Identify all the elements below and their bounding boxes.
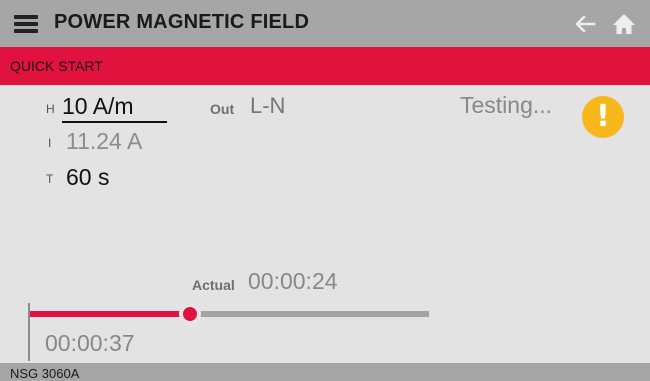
device-name: NSG 3060A (10, 366, 80, 381)
progress-bar[interactable] (30, 303, 429, 325)
output-value: L-N (250, 93, 286, 118)
actual-time-label: Actual (192, 277, 235, 293)
actual-time-value: 00:00:24 (248, 268, 338, 294)
duration-label: T (46, 172, 54, 186)
back-arrow-icon[interactable] (574, 13, 596, 35)
field-strength-value[interactable]: 10 A/m (62, 93, 167, 123)
warning-icon[interactable]: ! (582, 96, 624, 138)
page-title: POWER MAGNETIC FIELD (54, 11, 310, 33)
device-screen: POWER MAGNETIC FIELD QUICK START H 10 A/… (0, 0, 650, 381)
test-status-text: Testing... (460, 92, 553, 118)
output-label: Out (210, 101, 235, 117)
progress-knob[interactable] (178, 303, 201, 325)
field-strength-label: H (46, 102, 55, 116)
mode-label: QUICK START (10, 58, 103, 74)
current-value: 11.24 A (66, 128, 143, 154)
home-icon[interactable] (612, 12, 636, 36)
status-footer: NSG 3060A (0, 363, 650, 381)
remaining-time-value: 00:00:37 (45, 330, 135, 356)
current-label: I (48, 136, 52, 150)
duration-value[interactable]: 60 s (66, 164, 109, 190)
title-bar: POWER MAGNETIC FIELD (0, 0, 650, 47)
menu-icon[interactable] (14, 15, 38, 33)
progress-fill (30, 311, 190, 317)
mode-bar: QUICK START (0, 47, 650, 85)
